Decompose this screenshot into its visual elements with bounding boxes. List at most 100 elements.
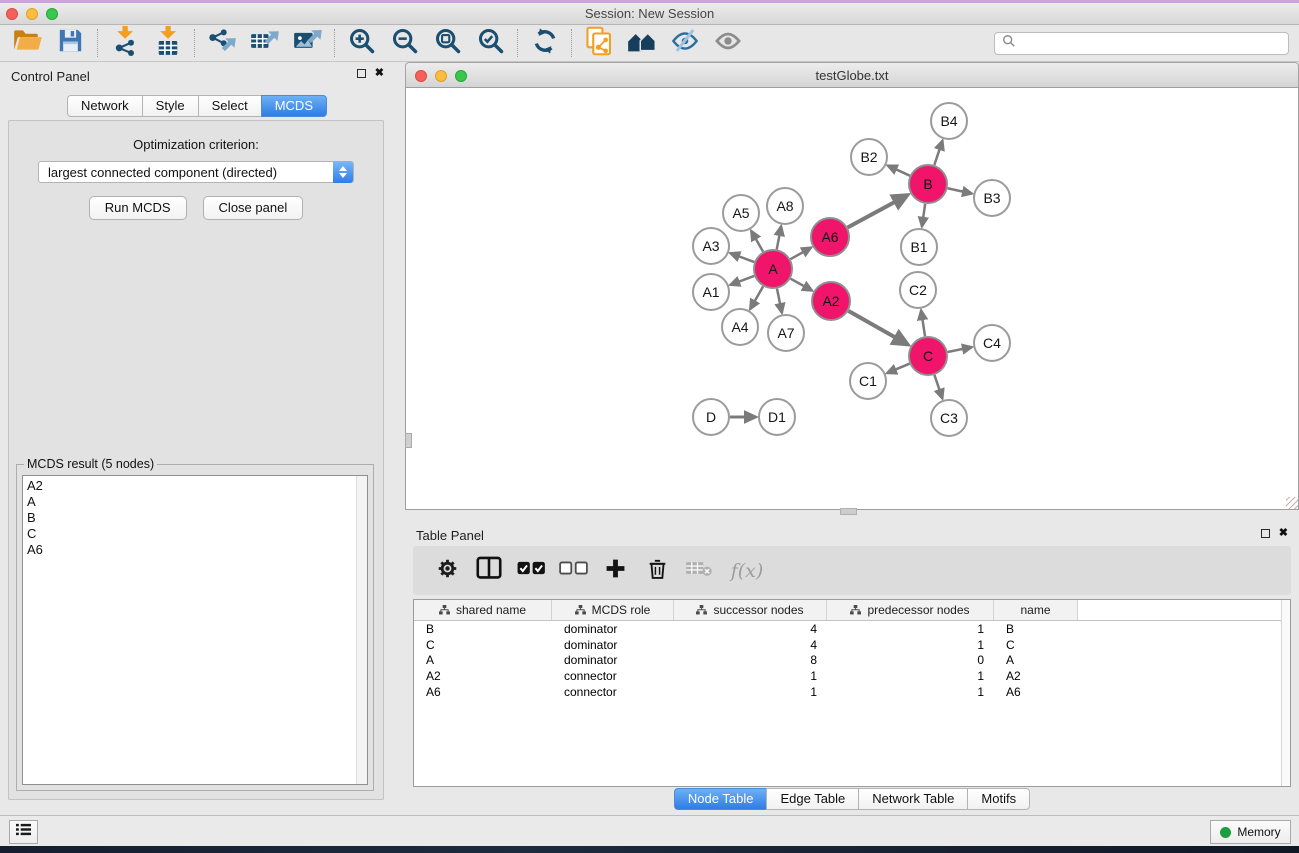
node-table[interactable]: shared nameMCDS rolesuccessor nodesprede…	[413, 599, 1291, 787]
zoom-selected-button[interactable]	[469, 27, 512, 59]
result-scrollbar[interactable]	[356, 476, 367, 784]
run-mcds-button[interactable]: Run MCDS	[89, 196, 187, 220]
column-header-predecessor-nodes[interactable]: predecessor nodes	[827, 600, 994, 620]
tab-network-table[interactable]: Network Table	[858, 788, 968, 810]
export-network-button[interactable]	[200, 27, 243, 59]
graph-node-B[interactable]: B	[909, 165, 947, 203]
settings-gear-button[interactable]	[433, 557, 461, 585]
table-row[interactable]: Adominator80A	[414, 653, 1290, 669]
graph-edge-A-A2[interactable]	[791, 279, 813, 291]
graph-edge-C-C1[interactable]	[887, 364, 910, 373]
graph-edge-C-C4[interactable]	[948, 347, 972, 352]
column-header-name[interactable]: name	[994, 600, 1078, 620]
bottom-splitter-grip[interactable]	[840, 508, 857, 515]
tab-select[interactable]: Select	[198, 95, 262, 117]
hide-panels-button[interactable]	[620, 27, 663, 59]
tab-motifs[interactable]: Motifs	[967, 788, 1030, 810]
zoom-out-button[interactable]	[383, 27, 426, 59]
search-input[interactable]	[1021, 37, 1288, 51]
result-list-item[interactable]: C	[23, 526, 367, 542]
export-table-button[interactable]	[243, 27, 286, 59]
birdseye-view-button[interactable]	[706, 27, 749, 59]
graph-node-C4[interactable]: C4	[974, 325, 1010, 361]
graph-node-C3[interactable]: C3	[931, 400, 967, 436]
deselect-all-button[interactable]	[559, 557, 587, 585]
tab-mcds[interactable]: MCDS	[261, 95, 327, 117]
result-list-item[interactable]: A6	[23, 542, 367, 558]
table-scrollbar[interactable]	[1281, 600, 1290, 786]
network-canvas[interactable]: B4 B2 B B3 A8A5 A6 A3 B1 A C2 A1 A2 A4 A7 C4 C C1 C3 D D1	[405, 88, 1299, 510]
graph-edge-A-A5[interactable]	[751, 231, 763, 252]
result-list-item[interactable]: B	[23, 510, 367, 526]
graph-node-A7[interactable]: A7	[768, 315, 804, 351]
zoom-fit-button[interactable]	[426, 27, 469, 59]
graph-node-A6[interactable]: A6	[811, 218, 849, 256]
task-history-button[interactable]	[9, 820, 38, 844]
graphics-details-button[interactable]	[663, 27, 706, 59]
network-graph[interactable]: B4 B2 B B3 A8A5 A6 A3 B1 A C2 A1 A2 A4 A7 C4 C C1 C3 D D1	[406, 88, 1298, 508]
select-all-button[interactable]	[517, 557, 545, 585]
resize-grip-icon[interactable]	[1286, 497, 1298, 509]
mcds-result-list[interactable]: A2ABCA6	[22, 475, 368, 785]
import-network-button[interactable]	[103, 27, 146, 59]
tab-edge-table[interactable]: Edge Table	[766, 788, 859, 810]
optimization-criterion-select[interactable]: largest connected component (directed)	[38, 161, 354, 183]
graph-node-D1[interactable]: D1	[759, 399, 795, 435]
add-row-button[interactable]	[601, 557, 629, 585]
graph-node-B2[interactable]: B2	[851, 139, 887, 175]
table-row[interactable]: Bdominator41B	[414, 621, 1290, 637]
import-table-button[interactable]	[146, 27, 189, 59]
graph-node-C2[interactable]: C2	[900, 272, 936, 308]
result-list-item[interactable]: A	[23, 494, 367, 510]
graph-edge-B-B3[interactable]	[948, 188, 972, 193]
graph-node-A5[interactable]: A5	[723, 195, 759, 231]
refresh-button[interactable]	[523, 27, 566, 59]
graph-edge-B-B2[interactable]	[888, 166, 910, 176]
tab-node-table[interactable]: Node Table	[674, 788, 768, 810]
column-header-MCDS-role[interactable]: MCDS role	[552, 600, 674, 620]
graph-node-A[interactable]: A	[754, 250, 792, 288]
graph-edge-A-A7[interactable]	[777, 289, 782, 313]
tab-style[interactable]: Style	[142, 95, 199, 117]
close-table-panel-icon[interactable]: ✖	[1279, 529, 1288, 538]
close-panel-button[interactable]: Close panel	[203, 196, 304, 220]
graph-edge-A-A6[interactable]	[790, 248, 811, 260]
graph-edge-A-A3[interactable]	[730, 253, 754, 262]
table-row[interactable]: A2connector11A2	[414, 668, 1290, 684]
graph-node-D[interactable]: D	[693, 399, 729, 435]
graph-node-C[interactable]: C	[909, 337, 947, 375]
zoom-in-button[interactable]	[340, 27, 383, 59]
float-panel-icon[interactable]	[357, 69, 366, 78]
delete-row-button[interactable]	[643, 557, 671, 585]
graph-node-A1[interactable]: A1	[693, 274, 729, 310]
memory-button[interactable]: Memory	[1210, 820, 1291, 844]
float-table-panel-icon[interactable]	[1261, 529, 1270, 538]
graph-edge-B-B1[interactable]	[922, 204, 925, 227]
search-box[interactable]	[994, 32, 1289, 55]
duplicate-network-button[interactable]	[577, 27, 620, 59]
open-session-button[interactable]	[6, 27, 49, 59]
graph-edge-A2-C[interactable]	[848, 311, 908, 345]
graph-node-A8[interactable]: A8	[767, 188, 803, 224]
graph-node-B4[interactable]: B4	[931, 103, 967, 139]
graph-node-A2[interactable]: A2	[812, 282, 850, 320]
tab-network[interactable]: Network	[67, 95, 143, 117]
graph-node-A4[interactable]: A4	[722, 309, 758, 345]
graph-node-B1[interactable]: B1	[901, 229, 937, 265]
result-list-item[interactable]: A2	[23, 478, 367, 494]
close-panel-icon[interactable]: ✖	[375, 69, 384, 78]
table-row[interactable]: Cdominator41C	[414, 637, 1290, 653]
graph-edge-B-B4[interactable]	[934, 140, 942, 165]
column-header-shared-name[interactable]: shared name	[414, 600, 552, 620]
export-image-button[interactable]	[286, 27, 329, 59]
save-session-button[interactable]	[49, 27, 92, 59]
graph-edge-A-A1[interactable]	[730, 276, 754, 285]
table-row[interactable]: A6connector11A6	[414, 684, 1290, 700]
graph-node-A3[interactable]: A3	[693, 228, 729, 264]
column-header-successor-nodes[interactable]: successor nodes	[674, 600, 827, 620]
left-splitter-grip[interactable]	[405, 433, 412, 448]
graph-node-B3[interactable]: B3	[974, 180, 1010, 216]
column-mode-button[interactable]	[475, 557, 503, 585]
graph-node-C1[interactable]: C1	[850, 363, 886, 399]
graph-edge-A-A8[interactable]	[777, 226, 781, 249]
